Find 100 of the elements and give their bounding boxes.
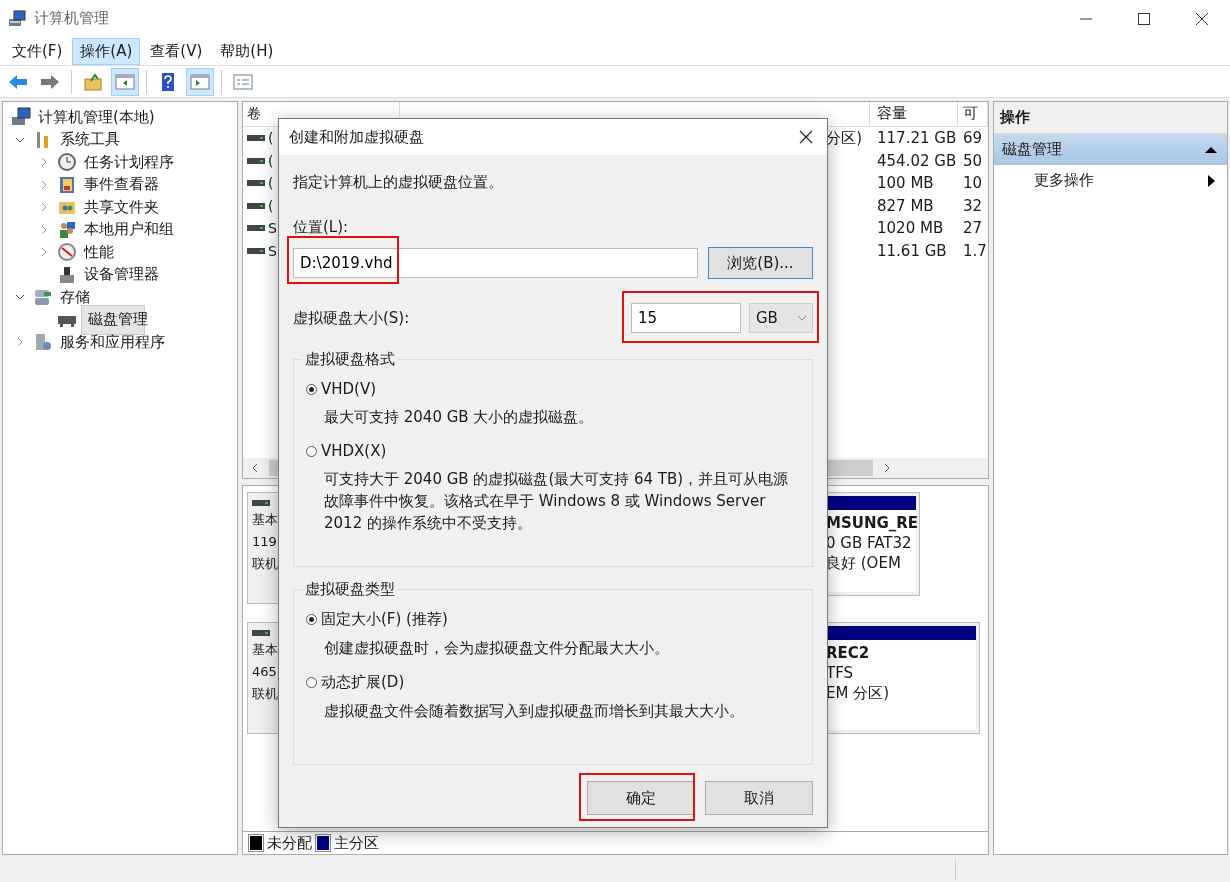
radio-button[interactable] — [306, 677, 317, 688]
chevron-right-icon[interactable] — [40, 157, 48, 168]
chevron-down-icon[interactable] — [15, 135, 25, 144]
table-cell: 10 — [963, 174, 983, 193]
table-cell: 117.21 GB — [877, 129, 957, 148]
gauge-icon — [57, 242, 77, 263]
tree-item[interactable]: 共享文件夹 — [81, 196, 162, 218]
drive-icon — [247, 179, 265, 188]
disk-info: 基本 — [252, 511, 278, 529]
chevron-right-icon[interactable] — [40, 224, 48, 235]
users-icon — [57, 219, 77, 240]
radio-button[interactable] — [306, 383, 317, 395]
tree-item[interactable]: 事件查看器 — [81, 174, 162, 196]
table-cell: 32 — [963, 196, 983, 215]
chevron-right-icon[interactable] — [16, 337, 24, 348]
partition-info: 良好 (OEM — [826, 553, 902, 573]
close-icon[interactable] — [799, 130, 813, 144]
table-cell: 827 MB — [877, 196, 934, 215]
option-label[interactable]: 动态扩展(D) — [321, 673, 405, 692]
column-header[interactable]: 可 — [958, 102, 988, 126]
option-description: 可支持大于 2040 GB 的虚拟磁盘(最大可支持 64 TB)，并且可从电源故障事件中恢复。该格式在早于 Windows 8 或 Windows Server 2012 的操作系统中不受支持。 — [324, 469, 790, 534]
menu-item[interactable]: 查看(V) — [142, 37, 211, 65]
clock-icon — [57, 152, 77, 173]
drive-icon — [252, 499, 270, 507]
close-icon[interactable] — [1196, 12, 1208, 25]
option-description: 创建虚拟硬盘时，会为虚拟硬盘文件分配最大大小。 — [324, 638, 670, 659]
instruction-text: 指定计算机上的虚拟硬盘位置。 — [293, 173, 504, 192]
group-title: 虚拟硬盘格式 — [302, 350, 398, 369]
cancel-button[interactable]: 取消 — [705, 781, 813, 815]
table-cell: ( — [268, 130, 274, 147]
drive-icon — [252, 629, 270, 637]
ok-button[interactable]: 确定 — [587, 781, 695, 815]
submenu-arrow-icon — [1208, 174, 1215, 187]
legend-label: 主分区 — [334, 833, 379, 853]
radio-button[interactable] — [306, 445, 317, 457]
option-description: 虚拟硬盘文件会随着数据写入到虚拟硬盘而增长到其最大大小。 — [324, 701, 745, 722]
computer-icon — [11, 107, 31, 128]
caret-icon — [798, 315, 806, 321]
table-cell: ( — [268, 175, 274, 192]
group-title: 虚拟硬盘类型 — [302, 580, 398, 599]
option-label[interactable]: VHDX(X) — [321, 442, 387, 460]
tree-item[interactable]: 系统工具 — [57, 129, 123, 151]
menu-item[interactable]: 帮助(H) — [212, 37, 282, 65]
drive-icon — [247, 224, 265, 233]
table-cell: ( — [268, 197, 274, 214]
disk-info: 119 — [252, 533, 277, 551]
size-field[interactable]: 15 — [631, 303, 741, 333]
actions-section[interactable]: 磁盘管理 — [994, 134, 1227, 165]
table-cell: 454.02 GB — [877, 151, 957, 170]
table-cell: 100 MB — [877, 174, 934, 193]
menu-item[interactable]: 操作(A) — [72, 37, 141, 65]
field-label: 位置(L): — [293, 218, 349, 237]
drive-icon — [247, 156, 265, 165]
option-label[interactable]: 固定大小(F) (推荐) — [321, 610, 448, 629]
disk-info: 465 — [252, 663, 277, 681]
chevron-right-icon[interactable] — [40, 202, 48, 213]
drive-icon — [247, 134, 265, 143]
drive-icon — [247, 201, 265, 210]
chevron-down-icon[interactable] — [15, 293, 25, 302]
field-label: 虚拟硬盘大小(S): — [293, 308, 410, 328]
action-link[interactable]: 更多操作 — [1034, 171, 1094, 190]
table-cell: 50 — [963, 151, 983, 170]
dialog-title: 创建和附加虚拟硬盘 — [289, 127, 424, 147]
chevron-right-icon[interactable] — [40, 179, 48, 190]
maximize-icon[interactable] — [1138, 12, 1150, 25]
table-cell: 69 — [963, 129, 983, 148]
disk-info: 联机 — [252, 685, 278, 703]
table-cell: S — [268, 242, 277, 259]
drive-icon — [247, 246, 265, 255]
disk-info: 基本 — [252, 641, 278, 659]
table-cell: 11.61 GB — [877, 241, 947, 260]
column-header[interactable]: 容量 — [870, 102, 958, 126]
device-icon — [57, 264, 77, 285]
table-cell: 27 — [963, 219, 983, 238]
window-title: 计算机管理 — [34, 9, 109, 28]
location-field[interactable]: D:\2019.vhd — [293, 248, 698, 278]
unit-dropdown[interactable]: GB — [749, 303, 813, 333]
collapse-icon[interactable] — [1205, 145, 1217, 154]
table-cell: 1.7 — [963, 241, 987, 260]
tree-item[interactable]: 设备管理器 — [81, 264, 162, 286]
table-cell: 1020 MB — [877, 219, 944, 238]
table-cell: S — [268, 220, 277, 237]
partition-info: REC2 — [826, 643, 871, 663]
menu-item[interactable]: 文件(F) — [4, 37, 71, 65]
radio-button[interactable] — [306, 614, 317, 625]
disk-info: 联机 — [252, 555, 278, 573]
section-title: 磁盘管理 — [1002, 140, 1062, 159]
chevron-right-icon[interactable] — [40, 247, 48, 258]
legend-label: 未分配 — [267, 833, 312, 853]
option-description: 最大可支持 2040 GB 大小的虚拟磁盘。 — [324, 407, 595, 428]
partition-info: TFS — [826, 663, 855, 683]
tree-item[interactable]: 计算机管理(本地) — [35, 106, 158, 128]
tree-item[interactable]: 任务计划程序 — [81, 151, 177, 173]
table-cell: ( — [268, 152, 274, 169]
option-label[interactable]: VHD(V) — [321, 380, 377, 398]
tree-item[interactable]: 本地用户和组 — [81, 219, 177, 241]
browse-button[interactable]: 浏览(B)... — [708, 247, 813, 279]
actions-header: 操作 — [994, 102, 1227, 134]
computer-icon — [8, 9, 26, 28]
tree-item[interactable]: 性能 — [81, 241, 117, 263]
